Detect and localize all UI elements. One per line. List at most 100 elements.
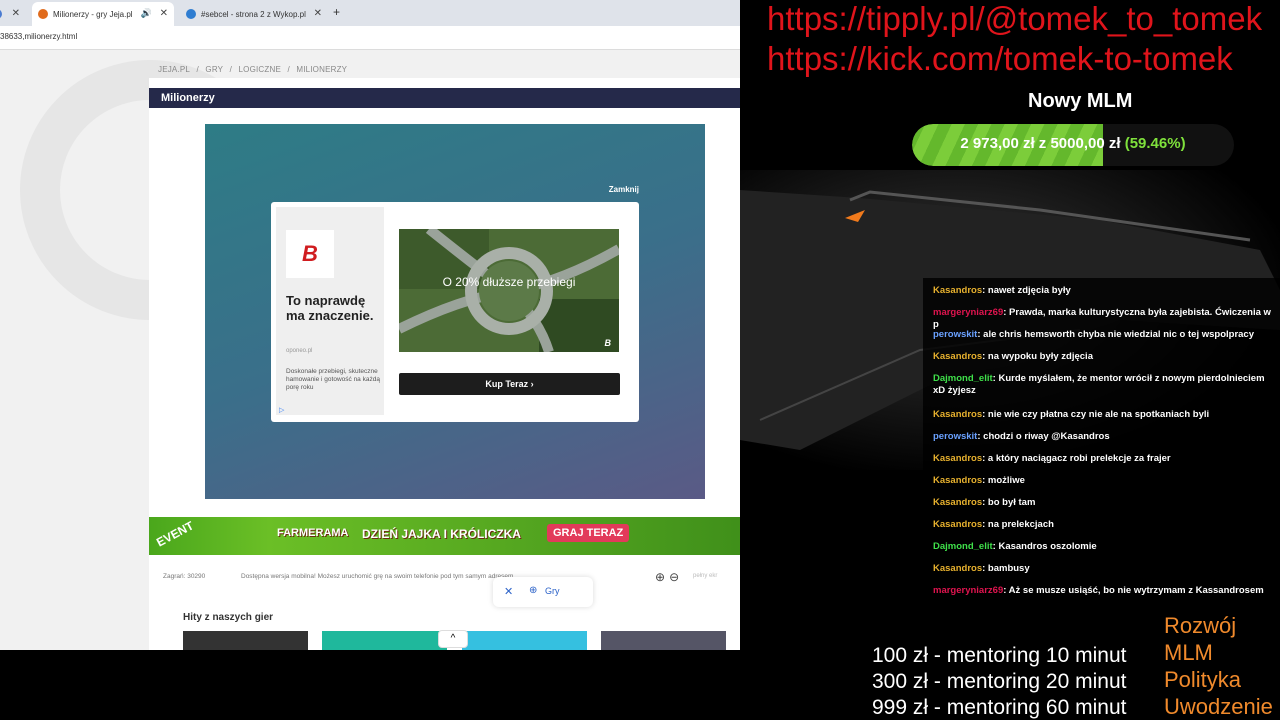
web-page: JEJA.PL / GRY / LOGICZNE / MILIONERZY Mi… [0,50,740,650]
game-thumbnail[interactable] [462,631,587,650]
chat-username: Kasandros [933,351,983,362]
roundabout-image [399,229,619,352]
game-thumbnail[interactable] [183,631,308,650]
close-tab-icon[interactable]: ✕ [160,8,168,19]
buy-now-button[interactable]: Kup Teraz › [399,373,620,395]
chat-text: : na prelekcjach [982,519,1054,530]
content-panel: Milionerzy Zamknij B To naprawdę ma znac… [149,78,740,650]
game-thumbnail[interactable] [601,631,726,650]
topic-item: Rozwój [1164,613,1237,638]
fullscreen-button[interactable]: pełny ekr [693,573,717,579]
ad-domain[interactable]: oponeo.pl [286,348,312,354]
tab-label: #sebcel - strona 2 z Wykop.pl [201,9,306,19]
tipply-link: https://tipply.pl/@tomek_to_tomek [767,0,1263,37]
tab-milionerzy[interactable]: Milionerzy - gry Jeja.pl 🔊 ✕ [32,2,174,26]
chat-message: margeryniarz69: Aż se musze usiąść, bo n… [933,585,1279,597]
goal-title: Nowy MLM [1028,90,1133,112]
add-icon[interactable]: ⊕ [529,585,537,596]
breadcrumb-gry[interactable]: GRY [205,65,223,74]
url-text[interactable]: 38633,milionerzy.html [0,32,77,41]
title-bar: Milionerzy [149,88,740,108]
ad-description: Doskonałe przebiegi, skuteczne hamowanie… [286,368,380,391]
price-item: 999 zł - mentoring 60 minut [872,696,1127,719]
mobile-notice: Dostępna wersja mobilna! Możesz uruchomi… [241,573,516,580]
game-info-row: Zagrań: 30290 Dostępna wersja mobilna! M… [149,566,740,588]
chat-username: Kasandros [933,563,983,574]
ad-text-panel: B To naprawdę ma znaczenie. oponeo.pl Do… [276,207,384,415]
goal-amount: 2 973,00 zł z 5000,00 zł [960,135,1121,152]
chat-username: Kasandros [933,285,983,296]
close-tab-icon[interactable]: ✕ [12,8,20,19]
jeja-favicon-icon [38,9,48,19]
chat-message: perowskit: ale chris hemsworth chyba nie… [933,329,1279,341]
chat-username: Dajmond_elit [933,541,993,552]
chat-message: Kasandros: na prelekcjach [933,519,1279,531]
play-now-button[interactable]: GRAJ TERAZ [547,524,630,542]
banner-brand: FARMERAMA [277,527,349,539]
zoom-in-icon[interactable]: ⊕ [655,570,665,584]
breadcrumb-jeja[interactable]: JEJA.PL [158,65,190,74]
chat-text: : a który naciągacz robi prelekcje za fr… [982,453,1171,464]
chat-username: Kasandros [933,497,983,508]
tab-wykop[interactable]: #sebcel - strona 2 z Wykop.pl ✕ [180,2,328,26]
close-tab-icon[interactable]: ✕ [314,8,322,19]
zoom-controls: ⊕ ⊖ [655,570,683,584]
chat-username: Kasandros [933,453,983,464]
stream-overlay: https://tipply.pl/@tomek_to_tomek https:… [740,0,1280,720]
chat-message: perowskit: chodzi o riway @Kasandros [933,431,1279,443]
browser-window: ✕ Milionerzy - gry Jeja.pl 🔊 ✕ #sebcel -… [0,0,740,650]
price-list: 100 zł - mentoring 10 minut 300 zł - men… [872,643,1126,720]
chat-username: perowskit [933,329,978,340]
goal-text: 2 973,00 zł z 5000,00 zł (59.46%) [912,135,1234,152]
breadcrumb-separator: / [196,65,199,74]
close-ad-button[interactable]: Zamknij [609,185,639,194]
chat-username: Kasandros [933,409,983,420]
chat-box: Kasandros: nawet zdjęcia były margeryniar… [923,278,1280,608]
zoom-out-icon[interactable]: ⊖ [669,570,679,584]
donation-goal-bar: 2 973,00 zł z 5000,00 zł (59.46%) [912,124,1234,166]
games-label[interactable]: Gry [545,586,560,596]
ad-box[interactable]: B To naprawdę ma znaczenie. oponeo.pl Do… [271,202,639,422]
chat-message: Kasandros: a który naciągacz robi prelek… [933,453,1279,465]
chat-username: Kasandros [933,519,983,530]
price-item: 100 zł - mentoring 10 minut [872,644,1127,667]
tab-partial[interactable]: ✕ [0,2,26,26]
hits-section-title: Hity z naszych gier [183,612,274,623]
chat-message: Kasandros: możliwe [933,475,1279,487]
tab-label: Milionerzy - gry Jeja.pl [53,9,133,19]
scroll-up-button[interactable]: ^ [438,630,468,648]
ad-image[interactable]: O 20% dłuższe przebiegi B [399,229,619,352]
breadcrumb-separator: / [229,65,233,74]
chat-text: : ale chris hemsworth chyba nie wiedzial… [977,329,1254,340]
ad-headline[interactable]: To naprawdę ma znaczenie. [286,293,382,323]
games-menu-pill[interactable]: ✕ ⊕ Gry [493,577,593,607]
chat-text: : nawet zdjęcia były [982,285,1071,296]
page-title: Milionerzy [161,92,215,104]
chat-text: : bo był tam [982,497,1036,508]
new-tab-button[interactable]: + [333,5,340,19]
kick-link: https://kick.com/tomek-to-tomek [767,40,1233,77]
address-bar[interactable]: 38633,milionerzy.html [0,26,740,50]
bridgestone-logo-icon: B [286,230,334,278]
screen: ✕ Milionerzy - gry Jeja.pl 🔊 ✕ #sebcel -… [0,0,1280,720]
game-thumbnail[interactable] [322,631,447,650]
bridgestone-small-logo-icon: B [604,338,612,348]
banner-event-label: EVENT [154,518,196,550]
ad-info-icon[interactable]: ▷ [279,406,284,414]
close-icon[interactable]: ✕ [504,585,513,598]
chat-message: Dajmond_elit: Kurde myślałem, że mentor … [933,373,1279,397]
promo-banner[interactable]: EVENT FARMERAMA DZIEŃ JAJKA I KRÓLICZKA … [149,517,740,555]
topic-item: MLM [1164,640,1213,665]
breadcrumb-logiczne[interactable]: LOGICZNE [239,65,282,74]
chat-text: : możliwe [982,475,1025,486]
chat-text: : na wypoku były zdjęcia [982,351,1093,362]
breadcrumb-milionerzy[interactable]: MILIONERZY [296,65,347,74]
breadcrumb: JEJA.PL / GRY / LOGICZNE / MILIONERZY [158,65,351,74]
tab-bar: ✕ Milionerzy - gry Jeja.pl 🔊 ✕ #sebcel -… [0,0,740,26]
chat-message: Kasandros: nawet zdjęcia były [933,285,1279,297]
tab-favicon-icon [0,9,2,19]
speaker-icon[interactable]: 🔊 [141,8,152,19]
chat-text: : nie wie czy płatna czy nie ale na spot… [982,409,1210,420]
game-area[interactable]: Zamknij B To naprawdę ma znaczenie. opon… [205,124,705,499]
topic-list: Rozwój MLM Polityka Uwodzenie [1164,612,1273,720]
